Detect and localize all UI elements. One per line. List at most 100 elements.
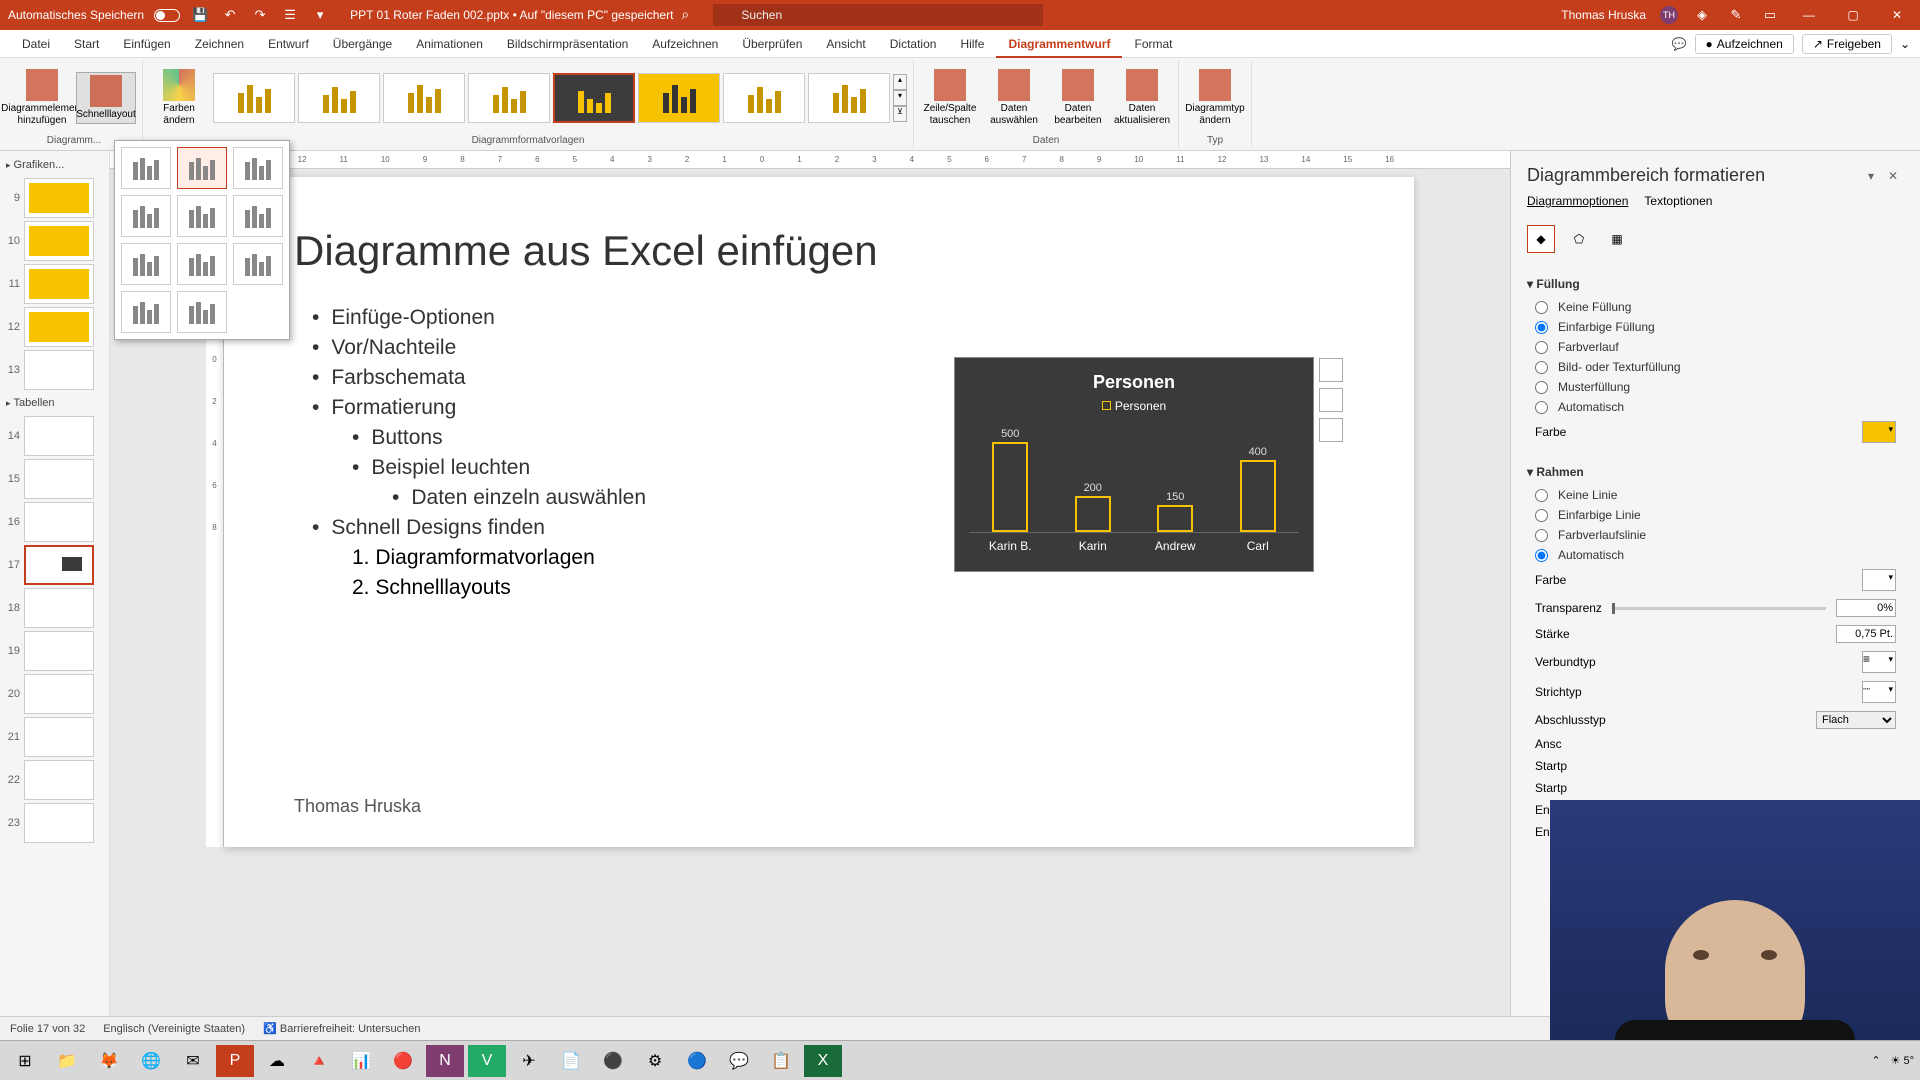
- slide-thumb-17[interactable]: [24, 545, 94, 585]
- app-icon-8[interactable]: 📋: [762, 1045, 800, 1077]
- tab-diagrammentwurf[interactable]: Diagrammentwurf: [996, 30, 1122, 58]
- tab-format[interactable]: Format: [1122, 30, 1184, 58]
- line-none-radio[interactable]: [1535, 489, 1548, 502]
- user-avatar[interactable]: TH: [1660, 6, 1678, 24]
- chart-style-4[interactable]: [468, 73, 550, 123]
- touch-icon[interactable]: ☰: [280, 5, 300, 25]
- slide-thumb-13[interactable]: [24, 350, 94, 390]
- outlook-icon[interactable]: ✉: [174, 1045, 212, 1077]
- slide-thumb-23[interactable]: [24, 803, 94, 843]
- pen-icon[interactable]: ✎: [1726, 5, 1746, 25]
- slide-thumb-14[interactable]: [24, 416, 94, 456]
- slide-canvas[interactable]: Diagramme aus Excel einfügen Einfüge-Opt…: [224, 177, 1414, 847]
- slide-thumb-11[interactable]: [24, 264, 94, 304]
- app-icon-7[interactable]: 💬: [720, 1045, 758, 1077]
- chart-filter-icon[interactable]: ▥: [1319, 418, 1343, 442]
- fill-color-button[interactable]: [1862, 421, 1896, 443]
- bullet-1[interactable]: Einfüge-Optionen: [294, 303, 1344, 333]
- quick-layout-4[interactable]: [121, 195, 171, 237]
- explorer-icon[interactable]: 📁: [48, 1045, 86, 1077]
- section-tabellen[interactable]: Tabellen: [4, 393, 105, 413]
- search-input[interactable]: [713, 4, 1043, 26]
- powerpoint-icon[interactable]: P: [216, 1045, 254, 1077]
- fill-gradient-radio[interactable]: [1535, 341, 1548, 354]
- excel-icon[interactable]: X: [804, 1045, 842, 1077]
- subtab-text-options[interactable]: Textoptionen: [1644, 194, 1712, 211]
- fill-line-tab-icon[interactable]: ◆: [1527, 225, 1555, 253]
- tab-hilfe[interactable]: Hilfe: [948, 30, 996, 58]
- quick-layout-9[interactable]: [233, 243, 283, 285]
- slide-thumb-21[interactable]: [24, 717, 94, 757]
- tab-dictation[interactable]: Dictation: [878, 30, 949, 58]
- vlc-icon[interactable]: 🔺: [300, 1045, 338, 1077]
- slide-thumb-22[interactable]: [24, 760, 94, 800]
- tray-chevron-icon[interactable]: ⌃: [1871, 1054, 1880, 1067]
- fill-none-radio[interactable]: [1535, 301, 1548, 314]
- quick-layout-2[interactable]: [177, 147, 227, 189]
- section-border[interactable]: Rahmen: [1527, 459, 1904, 485]
- visio-icon[interactable]: V: [468, 1045, 506, 1077]
- app-icon-3[interactable]: 🔴: [384, 1045, 422, 1077]
- slide-title[interactable]: Diagramme aus Excel einfügen: [294, 227, 1344, 275]
- chart-style-8[interactable]: [808, 73, 890, 123]
- window-icon[interactable]: ▭: [1760, 5, 1780, 25]
- app-icon-1[interactable]: ☁: [258, 1045, 296, 1077]
- cap-select[interactable]: Flach: [1816, 711, 1896, 729]
- add-chart-element-button[interactable]: Diagrammelement hinzufügen: [12, 67, 72, 129]
- quick-layout-1[interactable]: [121, 147, 171, 189]
- width-input[interactable]: [1836, 625, 1896, 643]
- quick-layout-7[interactable]: [121, 243, 171, 285]
- subtab-chart-options[interactable]: Diagrammoptionen: [1527, 194, 1628, 211]
- chart-style-2[interactable]: [298, 73, 380, 123]
- user-name[interactable]: Thomas Hruska: [1561, 8, 1646, 22]
- tab-ansicht[interactable]: Ansicht: [814, 30, 877, 58]
- app-icon-5[interactable]: ⚙: [636, 1045, 674, 1077]
- record-button[interactable]: ● Aufzeichnen: [1695, 34, 1794, 54]
- tab-uebergaenge[interactable]: Übergänge: [321, 30, 404, 58]
- slide-thumb-19[interactable]: [24, 631, 94, 671]
- transparency-slider[interactable]: [1612, 607, 1826, 610]
- quick-layout-3[interactable]: [233, 147, 283, 189]
- chart-style-3[interactable]: [383, 73, 465, 123]
- style-scroll-down[interactable]: ▾: [893, 90, 907, 106]
- tab-datei[interactable]: Datei: [10, 30, 62, 58]
- compound-button[interactable]: ≡: [1862, 651, 1896, 673]
- quick-layout-11[interactable]: [177, 291, 227, 333]
- section-grafiken[interactable]: Grafiken...: [4, 155, 105, 175]
- dash-button[interactable]: ┈: [1862, 681, 1896, 703]
- edit-data-button[interactable]: Daten bearbeiten: [1048, 67, 1108, 129]
- autosave-toggle[interactable]: [154, 9, 180, 22]
- select-data-button[interactable]: Daten auswählen: [984, 67, 1044, 129]
- tab-aufzeichnen[interactable]: Aufzeichnen: [640, 30, 730, 58]
- line-solid-radio[interactable]: [1535, 509, 1548, 522]
- fill-pattern-radio[interactable]: [1535, 381, 1548, 394]
- slide-thumb-15[interactable]: [24, 459, 94, 499]
- chart-style-1[interactable]: [213, 73, 295, 123]
- quick-layout-8[interactable]: [177, 243, 227, 285]
- change-chart-type-button[interactable]: Diagrammtyp ändern: [1185, 67, 1245, 129]
- tab-animationen[interactable]: Animationen: [404, 30, 495, 58]
- quick-layout-5[interactable]: [177, 195, 227, 237]
- slide-thumb-20[interactable]: [24, 674, 94, 714]
- chart-style-6[interactable]: [638, 73, 720, 123]
- pane-dropdown-icon[interactable]: ▾: [1860, 169, 1882, 183]
- accessibility-status[interactable]: ♿ Barrierefreiheit: Untersuchen: [263, 1022, 420, 1035]
- tab-bildschirm[interactable]: Bildschirmpräsentation: [495, 30, 640, 58]
- maximize-button[interactable]: ▢: [1838, 8, 1868, 22]
- weather-widget[interactable]: ☀ 5°: [1891, 1054, 1914, 1067]
- fill-solid-radio[interactable]: [1535, 321, 1548, 334]
- line-auto-radio[interactable]: [1535, 549, 1548, 562]
- pane-close-icon[interactable]: ✕: [1882, 169, 1904, 183]
- app-icon-6[interactable]: 🔵: [678, 1045, 716, 1077]
- start-button[interactable]: ⊞: [6, 1045, 44, 1077]
- more-qat-icon[interactable]: ▾: [310, 5, 330, 25]
- app-icon-4[interactable]: 📄: [552, 1045, 590, 1077]
- tab-zeichnen[interactable]: Zeichnen: [183, 30, 256, 58]
- fill-auto-radio[interactable]: [1535, 401, 1548, 414]
- quick-layout-6[interactable]: [233, 195, 283, 237]
- slide-counter[interactable]: Folie 17 von 32: [10, 1023, 85, 1035]
- minimize-button[interactable]: —: [1794, 8, 1824, 22]
- line-color-button[interactable]: [1862, 569, 1896, 591]
- quick-layout-10[interactable]: [121, 291, 171, 333]
- slide-thumb-16[interactable]: [24, 502, 94, 542]
